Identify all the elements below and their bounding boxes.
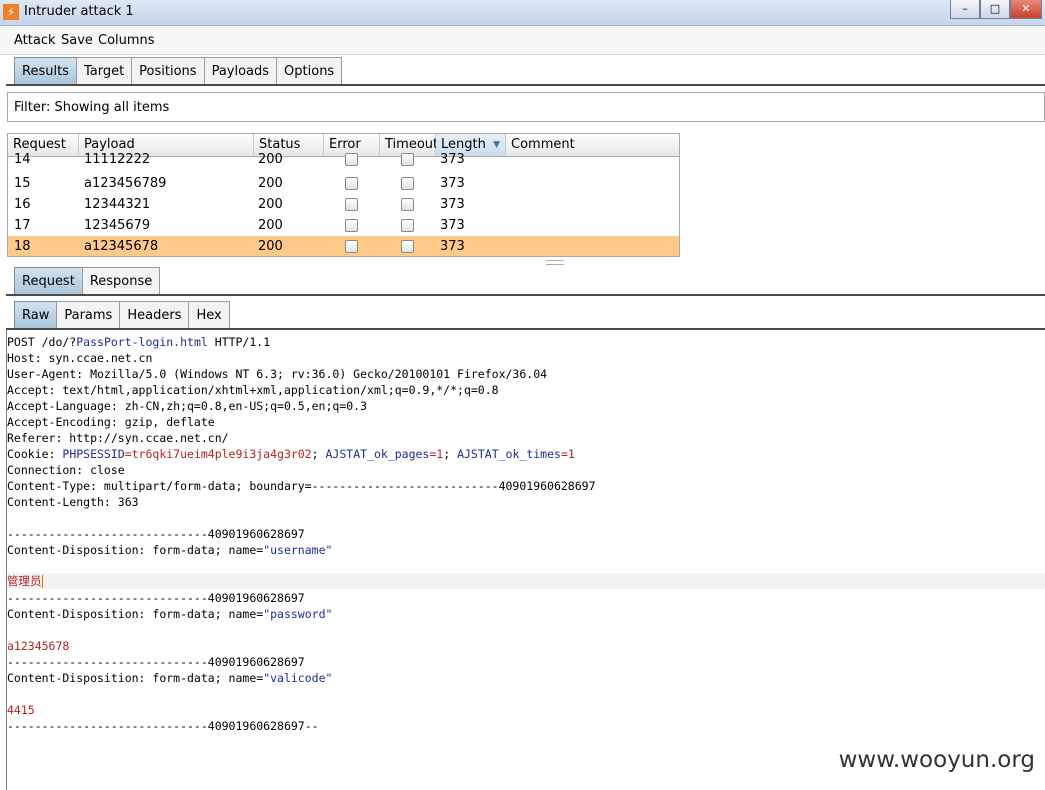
header-line: User-Agent: Mozilla/5.0 (Windows NT 6.3;… xyxy=(7,367,548,381)
split-pane-handle[interactable] xyxy=(546,260,564,265)
tab-results[interactable]: Results xyxy=(14,57,77,84)
cell-request: 14 xyxy=(14,152,31,167)
request-line: POST /do/?PassPort-login.html HTTP/1.1 xyxy=(7,335,271,349)
maximize-button[interactable]: □ xyxy=(980,0,1010,19)
tab-positions[interactable]: Positions xyxy=(131,57,205,84)
error-checkbox[interactable] xyxy=(345,240,358,253)
timeout-checkbox[interactable] xyxy=(401,240,414,253)
tab-options[interactable]: Options xyxy=(276,57,343,84)
header-line: Content-Length: 363 xyxy=(7,495,139,509)
detail-tab-divider xyxy=(6,294,1045,296)
raw-request-editor[interactable]: POST /do/?PassPort-login.html HTTP/1.1 H… xyxy=(6,330,1045,790)
filter-text: Filter: Showing all items xyxy=(14,100,170,115)
header-line: Accept-Language: zh-CN,zh;q=0.8,en-US;q=… xyxy=(7,399,368,413)
header-line: Accept: text/html,application/xhtml+xml,… xyxy=(7,383,499,397)
cell-status: 200 xyxy=(258,197,283,212)
tab-target[interactable]: Target xyxy=(75,57,133,84)
timeout-checkbox[interactable] xyxy=(401,153,414,166)
error-checkbox[interactable] xyxy=(345,198,358,211)
title-bar: ⚡ Intruder attack 1 – □ ✕ xyxy=(0,0,1045,26)
tab-payloads[interactable]: Payloads xyxy=(203,57,278,84)
error-checkbox[interactable] xyxy=(345,153,358,166)
table-row[interactable]: 16 12344321 200 373 xyxy=(8,194,679,215)
minimize-button[interactable]: – xyxy=(950,0,980,19)
tab-divider xyxy=(6,84,1045,86)
boundary-line: -----------------------------40901960628… xyxy=(7,527,305,541)
table-row[interactable]: 14 11112222 200 373 xyxy=(8,152,679,173)
menu-attack[interactable]: Attack xyxy=(14,33,56,48)
burp-lightning-icon: ⚡ xyxy=(3,4,19,20)
error-checkbox[interactable] xyxy=(345,177,358,190)
cell-payload: 12344321 xyxy=(84,197,151,212)
password-value-line: a12345678 xyxy=(7,639,70,653)
boundary-line: -----------------------------40901960628… xyxy=(7,655,305,669)
timeout-checkbox[interactable] xyxy=(401,219,414,232)
header-line: Referer: http://syn.ccae.net.cn/ xyxy=(7,431,229,445)
col-length-label: Length xyxy=(441,137,486,152)
cell-length: 373 xyxy=(440,218,465,233)
filter-bar[interactable]: Filter: Showing all items xyxy=(7,92,1045,122)
cell-request: 15 xyxy=(14,176,31,191)
window-title: Intruder attack 1 xyxy=(24,4,134,19)
username-value-line: 管理员 xyxy=(7,573,1045,589)
header-line: Content-Type: multipart/form-data; bound… xyxy=(7,479,596,493)
close-button[interactable]: ✕ xyxy=(1010,0,1042,19)
tab-hex[interactable]: Hex xyxy=(188,301,230,328)
table-row[interactable]: 17 12345679 200 373 xyxy=(8,215,679,236)
cell-payload: a123456789 xyxy=(84,176,167,191)
header-line: Host: syn.ccae.net.cn xyxy=(7,351,153,365)
cell-payload: 11112222 xyxy=(84,152,151,167)
error-checkbox[interactable] xyxy=(345,219,358,232)
table-row-selected[interactable]: 18 a12345678 200 373 xyxy=(8,236,679,256)
disposition-line: Content-Disposition: form-data; name="pa… xyxy=(7,607,333,621)
cell-status: 200 xyxy=(258,176,283,191)
tab-params[interactable]: Params xyxy=(56,301,121,328)
cookie-line: Cookie: PHPSESSID=tr6qki7ueim4ple9i3ja4g… xyxy=(7,447,575,461)
boundary-end-line: -----------------------------40901960628… xyxy=(7,719,319,733)
table-row[interactable]: 15 a123456789 200 373 xyxy=(8,173,679,194)
tab-request[interactable]: Request xyxy=(14,267,83,294)
results-table: Request Payload Status Error Timeout Len… xyxy=(7,133,680,257)
cell-request: 16 xyxy=(14,197,31,212)
timeout-checkbox[interactable] xyxy=(401,177,414,190)
view-tabs: Raw Params Headers Hex xyxy=(14,301,230,328)
cell-length: 373 xyxy=(440,197,465,212)
tab-headers[interactable]: Headers xyxy=(119,301,190,328)
main-tabs: Results Target Positions Payloads Option… xyxy=(14,57,343,84)
header-line: Accept-Encoding: gzip, deflate xyxy=(7,415,215,429)
disposition-line: Content-Disposition: form-data; name="us… xyxy=(7,543,333,557)
text-caret xyxy=(41,575,43,588)
cell-status: 200 xyxy=(258,218,283,233)
cell-status: 200 xyxy=(258,239,283,254)
cell-length: 373 xyxy=(440,152,465,167)
cell-status: 200 xyxy=(258,152,283,167)
header-line: Connection: close xyxy=(7,463,125,477)
tab-response[interactable]: Response xyxy=(81,267,161,294)
cell-length: 373 xyxy=(440,239,465,254)
menu-bar: Attack Save Columns xyxy=(0,26,1045,55)
cell-request: 17 xyxy=(14,218,31,233)
valicode-value-line: 4415 xyxy=(7,703,35,717)
cell-length: 373 xyxy=(440,176,465,191)
cell-payload: 12345679 xyxy=(84,218,151,233)
disposition-line: Content-Disposition: form-data; name="va… xyxy=(7,671,333,685)
boundary-line: -----------------------------40901960628… xyxy=(7,591,305,605)
tab-raw[interactable]: Raw xyxy=(14,301,58,328)
menu-columns[interactable]: Columns xyxy=(98,33,155,48)
menu-save[interactable]: Save xyxy=(61,33,93,48)
cell-payload: a12345678 xyxy=(84,239,159,254)
detail-tabs: Request Response xyxy=(14,267,161,294)
watermark: www.wooyun.org xyxy=(838,747,1035,773)
cell-request: 18 xyxy=(14,239,31,254)
timeout-checkbox[interactable] xyxy=(401,198,414,211)
